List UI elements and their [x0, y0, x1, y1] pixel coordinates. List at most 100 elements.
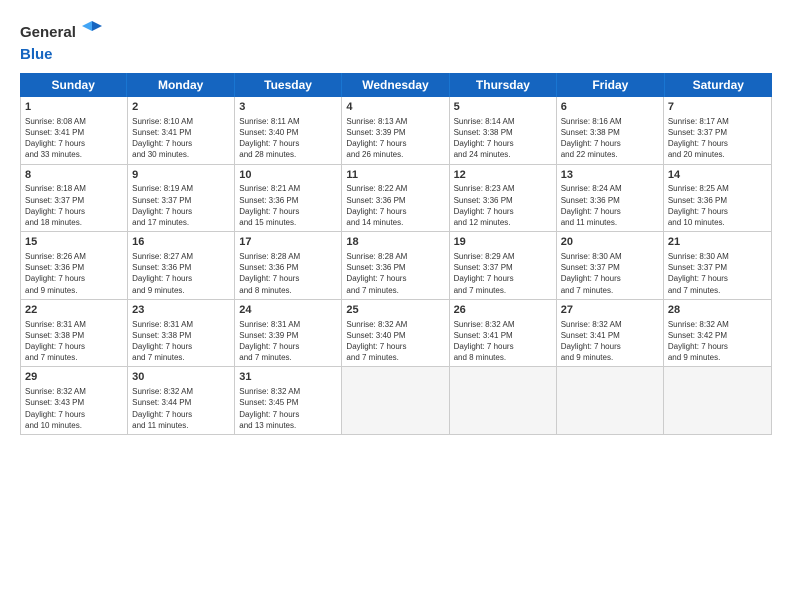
day-number: 1 — [25, 100, 123, 115]
logo-general: General — [20, 24, 76, 41]
cell-info-line: Sunrise: 8:24 AM — [561, 183, 659, 194]
day-number: 3 — [239, 100, 337, 115]
calendar-day-22: 22Sunrise: 8:31 AMSunset: 3:38 PMDayligh… — [21, 300, 128, 367]
weekday-header-tuesday: Tuesday — [235, 73, 342, 97]
cell-info-line: Daylight: 7 hours — [25, 206, 123, 217]
cell-info-line: Daylight: 7 hours — [346, 273, 444, 284]
cell-info-line: Daylight: 7 hours — [668, 273, 767, 284]
cell-info-line: Sunset: 3:36 PM — [668, 195, 767, 206]
cell-info-line: and 22 minutes. — [561, 149, 659, 160]
cell-info-line: Sunrise: 8:32 AM — [346, 319, 444, 330]
cell-info-line: Sunset: 3:40 PM — [346, 330, 444, 341]
cell-info-line: Sunset: 3:37 PM — [668, 127, 767, 138]
calendar-row-3: 15Sunrise: 8:26 AMSunset: 3:36 PMDayligh… — [21, 232, 771, 300]
day-number: 18 — [346, 235, 444, 250]
calendar-day-11: 11Sunrise: 8:22 AMSunset: 3:36 PMDayligh… — [342, 165, 449, 232]
cell-info-line: Sunset: 3:44 PM — [132, 397, 230, 408]
cell-info-line: Sunset: 3:38 PM — [25, 330, 123, 341]
day-number: 7 — [668, 100, 767, 115]
cell-info-line: Sunset: 3:41 PM — [25, 127, 123, 138]
cell-info-line: Sunrise: 8:08 AM — [25, 116, 123, 127]
cell-info-line: Sunrise: 8:11 AM — [239, 116, 337, 127]
calendar-day-5: 5Sunrise: 8:14 AMSunset: 3:38 PMDaylight… — [450, 97, 557, 164]
cell-info-line: Sunrise: 8:22 AM — [346, 183, 444, 194]
calendar-day-10: 10Sunrise: 8:21 AMSunset: 3:36 PMDayligh… — [235, 165, 342, 232]
cell-info-line: Daylight: 7 hours — [561, 138, 659, 149]
cell-info-line: and 9 minutes. — [132, 285, 230, 296]
cell-info-line: and 14 minutes. — [346, 217, 444, 228]
day-number: 22 — [25, 303, 123, 318]
weekday-header-saturday: Saturday — [665, 73, 772, 97]
cell-info-line: Daylight: 7 hours — [346, 138, 444, 149]
calendar-day-6: 6Sunrise: 8:16 AMSunset: 3:38 PMDaylight… — [557, 97, 664, 164]
calendar-day-21: 21Sunrise: 8:30 AMSunset: 3:37 PMDayligh… — [664, 232, 771, 299]
cell-info-line: Sunset: 3:38 PM — [454, 127, 552, 138]
cell-info-line: and 20 minutes. — [668, 149, 767, 160]
cell-info-line: Sunrise: 8:10 AM — [132, 116, 230, 127]
day-number: 21 — [668, 235, 767, 250]
day-number: 17 — [239, 235, 337, 250]
calendar-day-25: 25Sunrise: 8:32 AMSunset: 3:40 PMDayligh… — [342, 300, 449, 367]
cell-info-line: and 7 minutes. — [25, 352, 123, 363]
cell-info-line: and 9 minutes. — [561, 352, 659, 363]
logo-flag-icon — [78, 18, 106, 46]
cell-info-line: Sunrise: 8:32 AM — [132, 386, 230, 397]
cell-info-line: Sunset: 3:36 PM — [454, 195, 552, 206]
cell-info-line: Sunrise: 8:23 AM — [454, 183, 552, 194]
calendar-row-5: 29Sunrise: 8:32 AMSunset: 3:43 PMDayligh… — [21, 367, 771, 434]
calendar-body: 1Sunrise: 8:08 AMSunset: 3:41 PMDaylight… — [21, 97, 771, 434]
cell-info-line: and 7 minutes. — [561, 285, 659, 296]
cell-info-line: Sunset: 3:36 PM — [132, 262, 230, 273]
cell-info-line: Sunset: 3:36 PM — [239, 195, 337, 206]
day-number: 26 — [454, 303, 552, 318]
calendar-day-8: 8Sunrise: 8:18 AMSunset: 3:37 PMDaylight… — [21, 165, 128, 232]
weekday-header-sunday: Sunday — [20, 73, 127, 97]
day-number: 10 — [239, 168, 337, 183]
calendar-day-12: 12Sunrise: 8:23 AMSunset: 3:36 PMDayligh… — [450, 165, 557, 232]
calendar-empty-cell — [450, 367, 557, 434]
cell-info-line: Sunset: 3:41 PM — [454, 330, 552, 341]
cell-info-line: Sunrise: 8:28 AM — [346, 251, 444, 262]
cell-info-line: and 7 minutes. — [346, 285, 444, 296]
cell-info-line: and 10 minutes. — [25, 420, 123, 431]
calendar-row-2: 8Sunrise: 8:18 AMSunset: 3:37 PMDaylight… — [21, 165, 771, 233]
cell-info-line: Sunset: 3:36 PM — [346, 195, 444, 206]
cell-info-line: Daylight: 7 hours — [668, 206, 767, 217]
day-number: 9 — [132, 168, 230, 183]
cell-info-line: and 7 minutes. — [668, 285, 767, 296]
cell-info-line: and 17 minutes. — [132, 217, 230, 228]
day-number: 31 — [239, 370, 337, 385]
day-number: 12 — [454, 168, 552, 183]
calendar-day-31: 31Sunrise: 8:32 AMSunset: 3:45 PMDayligh… — [235, 367, 342, 434]
cell-info-line: Sunset: 3:38 PM — [132, 330, 230, 341]
cell-info-line: Sunset: 3:37 PM — [132, 195, 230, 206]
day-number: 28 — [668, 303, 767, 318]
cell-info-line: and 7 minutes. — [239, 352, 337, 363]
cell-info-line: and 11 minutes. — [561, 217, 659, 228]
cell-info-line: and 9 minutes. — [25, 285, 123, 296]
calendar-day-30: 30Sunrise: 8:32 AMSunset: 3:44 PMDayligh… — [128, 367, 235, 434]
cell-info-line: Daylight: 7 hours — [346, 206, 444, 217]
cell-info-line: Sunset: 3:42 PM — [668, 330, 767, 341]
cell-info-line: Sunset: 3:37 PM — [668, 262, 767, 273]
day-number: 19 — [454, 235, 552, 250]
cell-info-line: Daylight: 7 hours — [239, 341, 337, 352]
cell-info-line: Daylight: 7 hours — [561, 206, 659, 217]
day-number: 4 — [346, 100, 444, 115]
cell-info-line: Sunrise: 8:28 AM — [239, 251, 337, 262]
cell-info-line: Sunset: 3:45 PM — [239, 397, 337, 408]
weekday-header-wednesday: Wednesday — [342, 73, 449, 97]
cell-info-line: and 33 minutes. — [25, 149, 123, 160]
cell-info-line: and 10 minutes. — [668, 217, 767, 228]
cell-info-line: and 9 minutes. — [668, 352, 767, 363]
calendar-day-16: 16Sunrise: 8:27 AMSunset: 3:36 PMDayligh… — [128, 232, 235, 299]
calendar-header: SundayMondayTuesdayWednesdayThursdayFrid… — [20, 73, 772, 97]
cell-info-line: Daylight: 7 hours — [239, 206, 337, 217]
cell-info-line: Sunset: 3:39 PM — [239, 330, 337, 341]
calendar-day-27: 27Sunrise: 8:32 AMSunset: 3:41 PMDayligh… — [557, 300, 664, 367]
cell-info-line: Sunrise: 8:30 AM — [668, 251, 767, 262]
day-number: 11 — [346, 168, 444, 183]
day-number: 30 — [132, 370, 230, 385]
calendar-row-1: 1Sunrise: 8:08 AMSunset: 3:41 PM Daylight… — [21, 97, 771, 165]
calendar-day-19: 19Sunrise: 8:29 AMSunset: 3:37 PMDayligh… — [450, 232, 557, 299]
